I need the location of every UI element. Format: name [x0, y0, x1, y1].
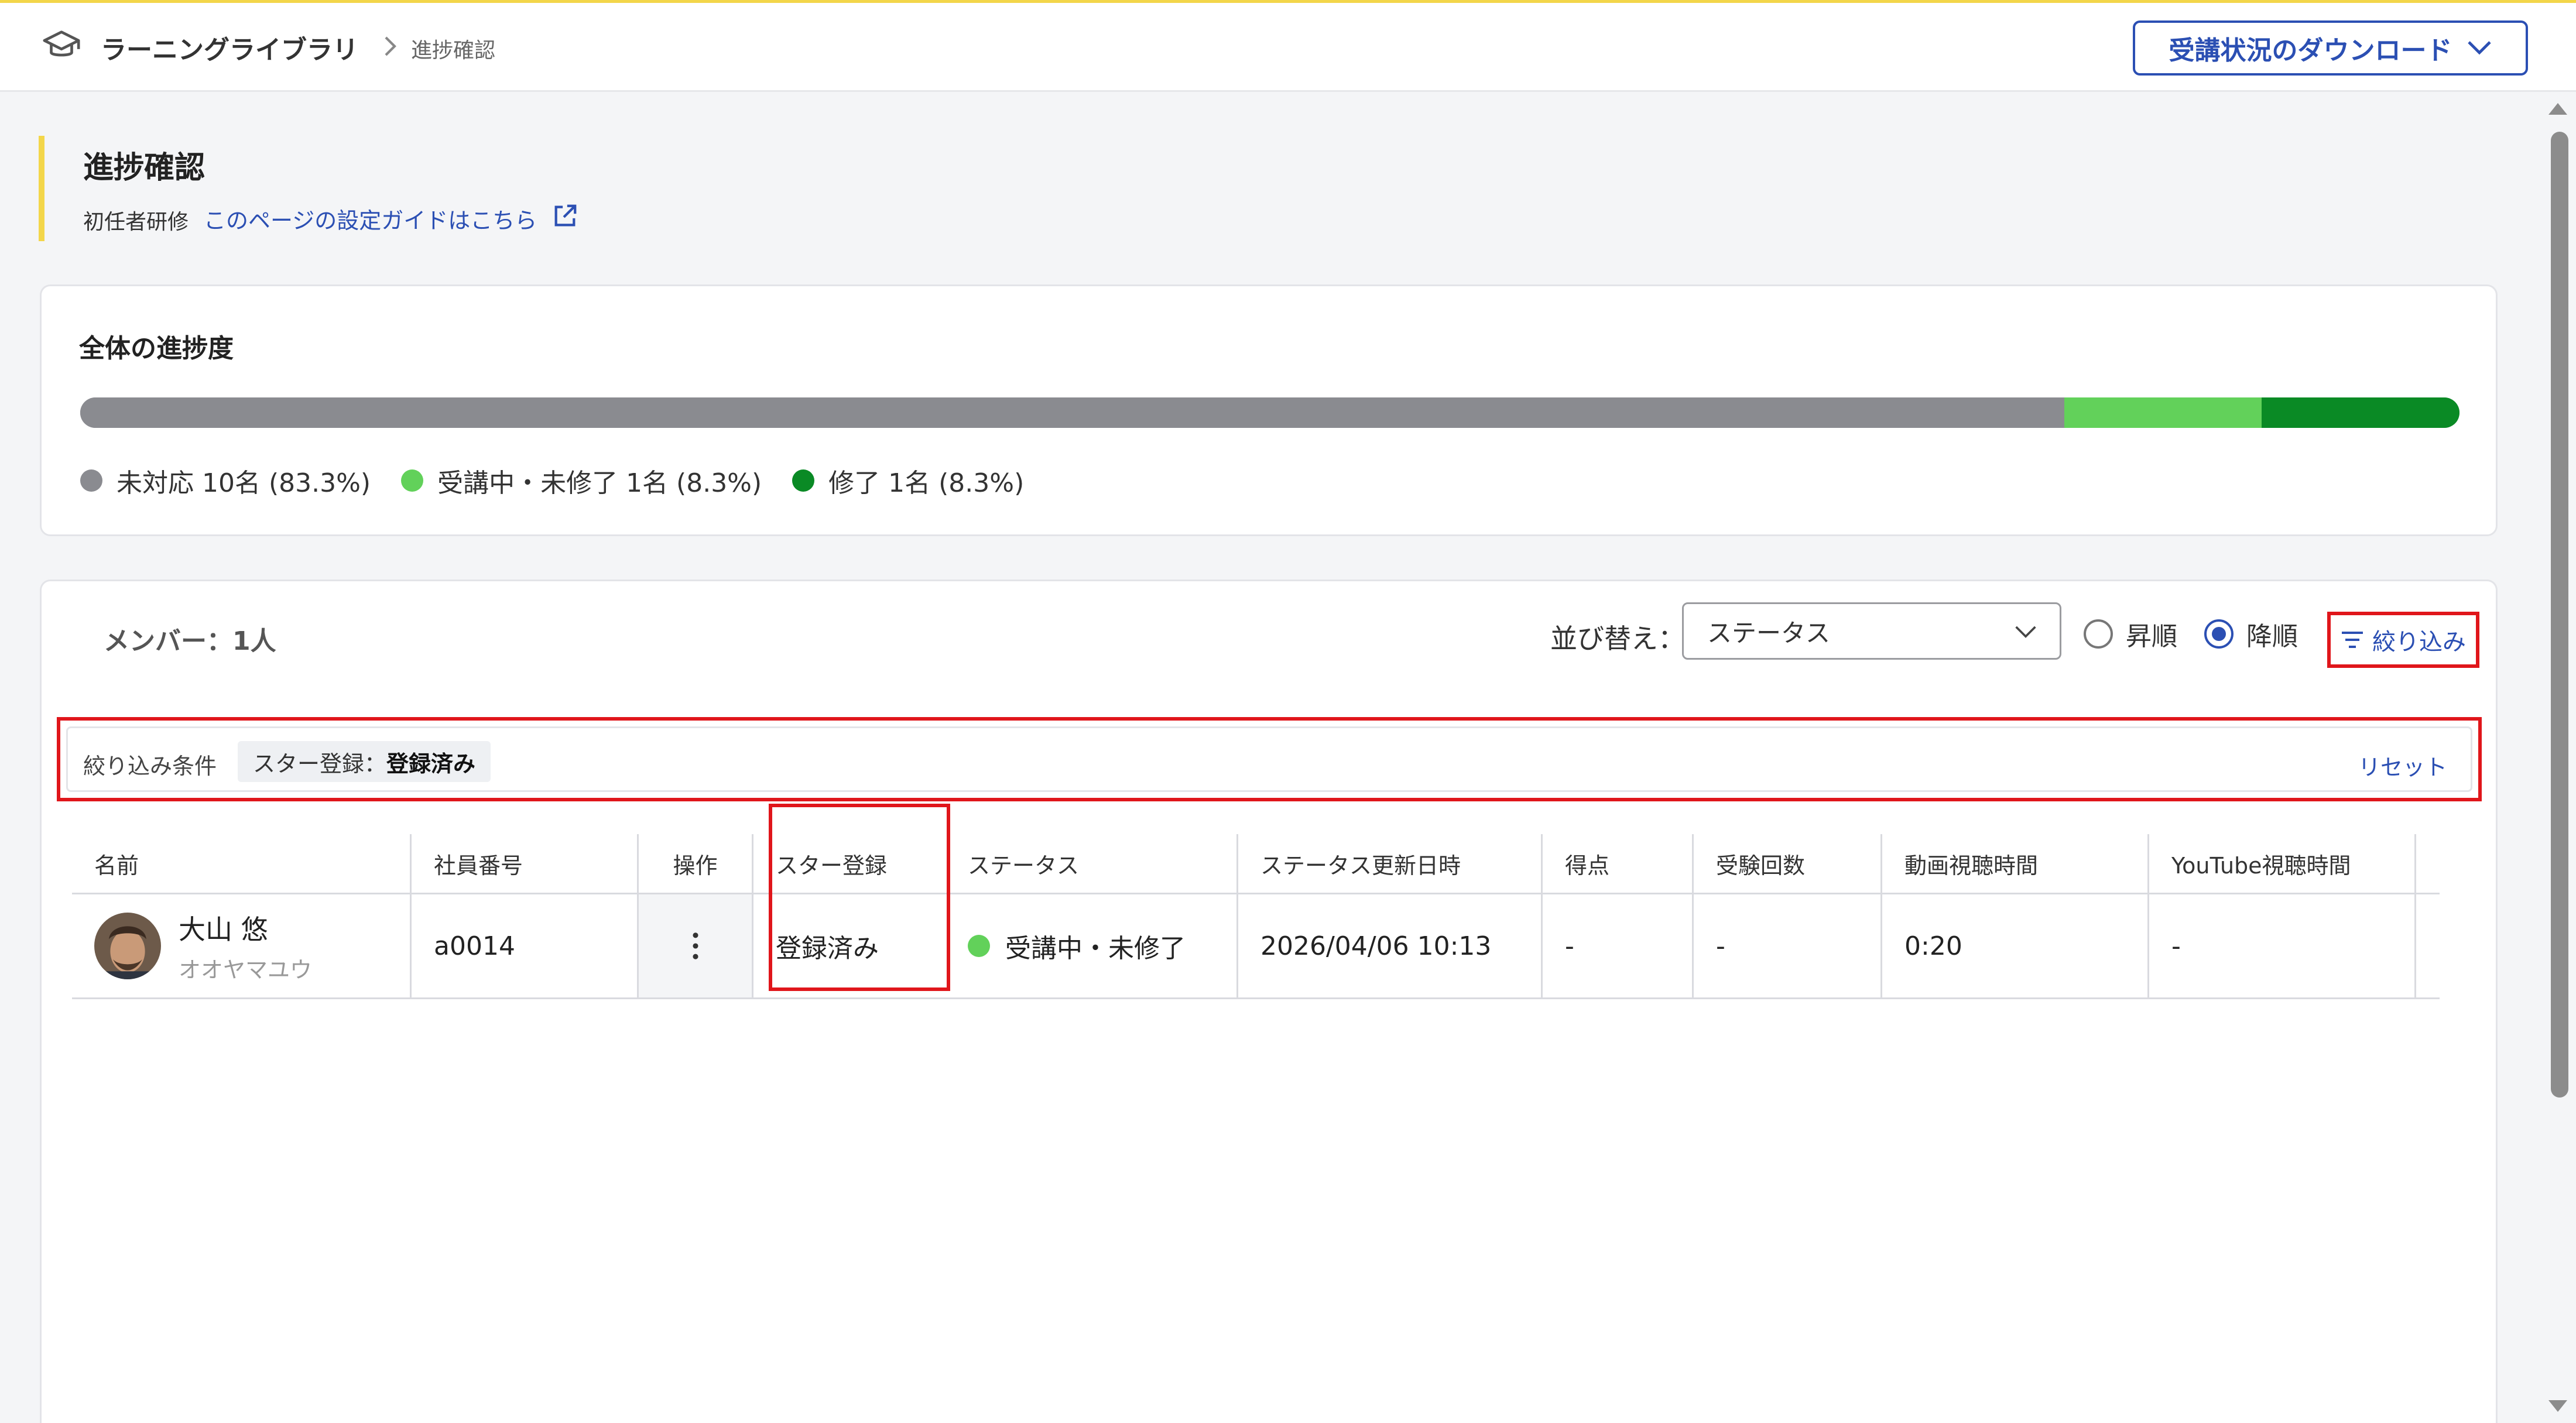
member-name[interactable]: 大山 悠 [179, 908, 312, 947]
progress-bar [80, 397, 2459, 428]
table-header-row: 名前 社員番号 操作 スター登録 ステータス ステータス更新日時 得点 受験回数… [72, 834, 2440, 893]
legend-dot-icon [401, 469, 424, 492]
chevron-down-icon [2467, 41, 2491, 55]
download-button-label: 受講状況のダウンロード [2169, 36, 2452, 66]
filter-chip-key: スター登録： [253, 750, 387, 777]
app-header: ラーニングライブラリ 進捗確認 受講状況のダウンロード [0, 3, 2576, 92]
more-vertical-icon[interactable] [691, 931, 700, 961]
filter-button-label: 絞り込み [2372, 629, 2466, 656]
scrollbar-thumb[interactable] [2551, 132, 2568, 1098]
col-header-attempts[interactable]: 受験回数 [1694, 834, 1882, 893]
progress-segment-1 [2064, 397, 2262, 428]
app-title-link[interactable]: ラーニングライブラリ [101, 29, 358, 66]
progress-segment-2 [2262, 397, 2459, 428]
cell-status: 受講中・未修了 [946, 894, 1238, 997]
filter-conditions-highlight: 絞り込み条件 スター登録： 登録済み リセット [57, 717, 2482, 801]
legend-item-2: 修了 1名 (8.3%) [792, 462, 1024, 499]
table-row[interactable]: 大山 悠 オオヤマユウ a0014 登録済み 受講中・未修了 2026/04/0… [72, 893, 2440, 999]
order-desc-radio[interactable]: 降順 [2204, 615, 2298, 653]
cell-attempts: - [1694, 894, 1882, 997]
progress-legend: 未対応 10名 (83.3%) 受講中・未修了 1名 (8.3%) 修了 1名 (8… [80, 462, 1054, 499]
filter-conditions-label: 絞り込み条件 [83, 753, 217, 779]
cell-youtube-time: - [2149, 894, 2416, 997]
order-asc-radio[interactable]: 昇順 [2084, 615, 2177, 653]
filter-chip[interactable]: スター登録： 登録済み [238, 741, 491, 782]
col-header-updated[interactable]: ステータス更新日時 [1238, 834, 1543, 893]
name-box: 大山 悠 オオヤマユウ [179, 908, 312, 984]
progress-title: 全体の進捗度 [79, 334, 234, 364]
sort-select[interactable]: ステータス [1682, 602, 2061, 660]
settings-guide-link[interactable]: このページの設定ガイドはこちら [204, 203, 537, 235]
legend-item-0: 未対応 10名 (83.3%) [80, 462, 371, 499]
reset-filter-link[interactable]: リセット [2358, 749, 2447, 781]
radio-asc-icon [2084, 619, 2113, 649]
legend-dot-icon [792, 469, 815, 492]
col-header-actions: 操作 [639, 834, 753, 893]
order-desc-label: 降順 [2246, 622, 2298, 652]
radio-desc-icon [2204, 619, 2234, 649]
cell-actions [639, 894, 753, 997]
breadcrumb-chevron-icon [385, 36, 396, 56]
star-column-highlight [769, 804, 950, 991]
status-text: 受講中・未修了 [1005, 934, 1186, 963]
sort-select-value: ステータス [1707, 618, 1831, 647]
members-table: 名前 社員番号 操作 スター登録 ステータス ステータス更新日時 得点 受験回数… [72, 834, 2440, 999]
progress-segment-0 [80, 397, 2064, 428]
col-header-score[interactable]: 得点 [1543, 834, 1694, 893]
chevron-down-icon [2015, 626, 2036, 638]
overall-progress-card: 全体の進捗度 未対応 10名 (83.3%) 受講中・未修了 1名 (8.3%) 修… [40, 284, 2498, 536]
external-link-icon[interactable] [551, 203, 578, 229]
legend-item-1: 受講中・未修了 1名 (8.3%) [401, 462, 762, 499]
col-header-name[interactable]: 名前 [72, 834, 412, 893]
col-header-employee-id[interactable]: 社員番号 [412, 834, 639, 893]
legend-dot-icon [80, 469, 102, 492]
order-asc-label: 昇順 [2126, 622, 2177, 652]
cell-name: 大山 悠 オオヤマユウ [72, 894, 412, 997]
filter-icon [2342, 632, 2363, 648]
download-status-button[interactable]: 受講状況のダウンロード [2133, 20, 2528, 76]
filter-button[interactable]: 絞り込み [2327, 612, 2479, 668]
user-avatar [94, 913, 161, 979]
page-title-block: 進捗確認 初任者研修 このページの設定ガイドはこちら [39, 136, 577, 241]
members-card: メンバー：1人 並び替え： ステータス 昇順 降順 絞り込み 絞り込み条件 スタ… [40, 580, 2498, 1423]
col-header-youtube-time[interactable]: YouTube視聴時間 [2149, 834, 2416, 893]
page-title: 進捗確認 [83, 150, 205, 186]
status-dot-icon [968, 935, 990, 957]
scroll-up-arrow-icon[interactable] [2548, 103, 2567, 115]
filter-conditions-bar: 絞り込み条件 スター登録： 登録済み リセット [66, 726, 2472, 792]
member-count: メンバー：1人 [104, 626, 276, 656]
cell-score: - [1543, 894, 1694, 997]
graduation-cap-icon [43, 30, 80, 57]
legend-label: 受講中・未修了 1名 (8.3%) [437, 468, 762, 498]
scroll-down-arrow-icon[interactable] [2548, 1400, 2567, 1412]
cell-employee-id: a0014 [412, 894, 639, 997]
col-header-status[interactable]: ステータス [946, 834, 1238, 893]
breadcrumb-current: 進捗確認 [411, 39, 496, 63]
legend-label: 未対応 10名 (83.3%) [117, 468, 371, 498]
cell-video-time: 0:20 [1882, 894, 2149, 997]
cell-updated: 2026/04/06 10:13 [1238, 894, 1543, 997]
filter-chip-value: 登録済み [386, 750, 476, 777]
col-header-video-time[interactable]: 動画視聴時間 [1882, 834, 2149, 893]
course-name: 初任者研修 [83, 210, 189, 234]
legend-label: 修了 1名 (8.3%) [828, 468, 1025, 498]
sort-label: 並び替え： [1550, 623, 1685, 654]
member-kana: オオヤマユウ [179, 956, 313, 983]
